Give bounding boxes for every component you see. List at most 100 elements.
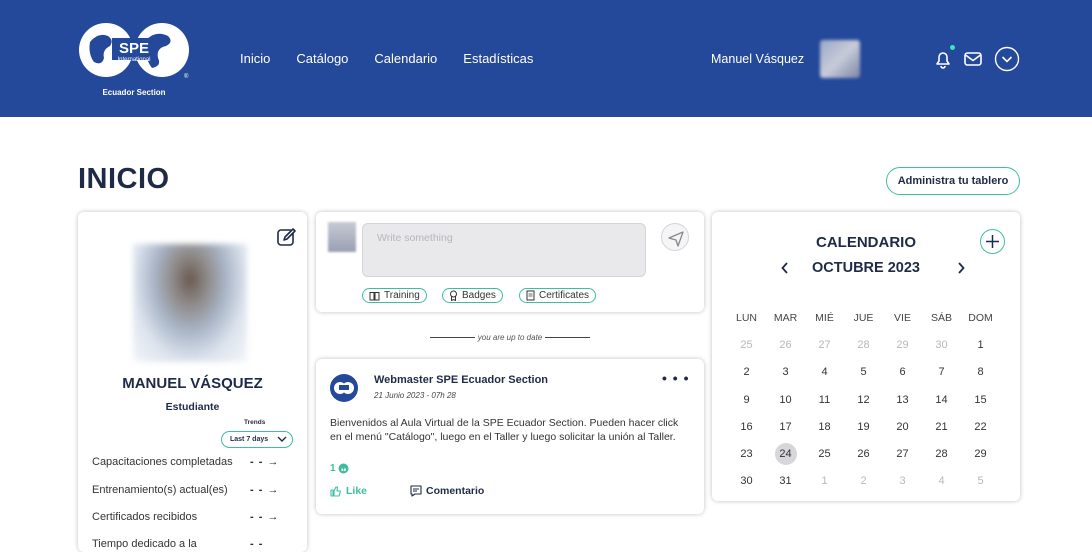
stat-value[interactable]: - - → bbox=[250, 484, 279, 496]
trends-select[interactable]: Last 7 days bbox=[221, 431, 293, 448]
nav-catalogo[interactable]: Catálogo bbox=[296, 51, 348, 66]
calendar-day[interactable]: 16 bbox=[727, 421, 766, 433]
nav-inicio[interactable]: Inicio bbox=[240, 51, 270, 66]
calendar-title: CALENDARIO bbox=[816, 234, 916, 251]
thumbs-up-icon bbox=[330, 486, 342, 497]
stat-value[interactable]: - - → bbox=[250, 511, 279, 523]
divider bbox=[429, 337, 475, 339]
bell-icon[interactable] bbox=[932, 48, 954, 70]
post-input[interactable]: Write something bbox=[362, 223, 646, 277]
stat-value[interactable]: - - → bbox=[250, 456, 279, 468]
top-header: SPE International Ecuador Section ® Inic… bbox=[0, 0, 1092, 117]
calendar-day[interactable]: 4 bbox=[922, 475, 961, 487]
calendar-grid: LUN MAR MIÉ JUE VIE SÁB DOM 25 26 27 28 … bbox=[727, 304, 1012, 495]
mail-icon[interactable] bbox=[962, 48, 984, 70]
send-button[interactable] bbox=[661, 223, 689, 251]
nav-calendario[interactable]: Calendario bbox=[374, 51, 437, 66]
spe-logo[interactable]: SPE International Ecuador Section ® bbox=[78, 20, 190, 100]
calendar-day[interactable]: 2 bbox=[844, 475, 883, 487]
notification-dot bbox=[950, 45, 955, 50]
weekday-label: MIÉ bbox=[815, 311, 834, 324]
calendar-week: 23 24 25 26 27 28 29 bbox=[727, 440, 1012, 467]
calendar-day[interactable]: 5 bbox=[844, 366, 883, 378]
calendar-day[interactable]: 18 bbox=[805, 421, 844, 433]
profile-role: Estudiante bbox=[165, 401, 220, 413]
calendar-day[interactable]: 2 bbox=[727, 366, 766, 378]
calendar-day[interactable]: 1 bbox=[961, 339, 1000, 351]
calendar-day[interactable]: 3 bbox=[766, 366, 805, 378]
calendar-day[interactable]: 15 bbox=[961, 394, 1000, 406]
chevron-down-icon bbox=[277, 436, 287, 442]
calendar-day[interactable]: 11 bbox=[805, 394, 844, 406]
calendar-day[interactable]: 6 bbox=[883, 366, 922, 378]
chip-badges[interactable]: Badges bbox=[442, 288, 503, 303]
calendar-day[interactable]: 4 bbox=[805, 366, 844, 378]
calendar-day[interactable]: 31 bbox=[766, 475, 805, 487]
calendar-day[interactable]: 17 bbox=[766, 421, 805, 433]
post-composer: Write something Training Badges Certific… bbox=[316, 212, 704, 312]
add-event-button[interactable] bbox=[980, 229, 1005, 254]
spe-logo-icon bbox=[334, 382, 354, 394]
calendar-day[interactable]: 23 bbox=[727, 448, 766, 460]
next-month-button[interactable] bbox=[956, 260, 966, 281]
calendar-day[interactable]: 29 bbox=[883, 339, 922, 351]
calendar-day[interactable]: 27 bbox=[883, 448, 922, 460]
calendar-day[interactable]: 12 bbox=[844, 394, 883, 406]
profile-card: MANUEL VÁSQUEZ Estudiante Trends Last 7 … bbox=[78, 212, 307, 552]
stat-label: Entrenamiento(s) actual(es) bbox=[92, 484, 228, 496]
calendar-day[interactable]: 13 bbox=[883, 394, 922, 406]
divider bbox=[545, 337, 591, 339]
edit-icon[interactable] bbox=[275, 226, 297, 248]
profile-name: MANUEL VÁSQUEZ bbox=[122, 375, 263, 392]
calendar-day[interactable]: 28 bbox=[922, 448, 961, 460]
calendar-day[interactable]: 27 bbox=[805, 339, 844, 351]
calendar-card: CALENDARIO OCTUBRE 2023 LUN MAR MIÉ JUE … bbox=[712, 212, 1020, 501]
calendar-day[interactable]: 25 bbox=[727, 339, 766, 351]
like-button[interactable]: Like bbox=[330, 485, 367, 497]
calendar-day[interactable]: 3 bbox=[883, 475, 922, 487]
calendar-day[interactable]: 7 bbox=[922, 366, 961, 378]
chevron-down-icon[interactable] bbox=[994, 46, 1020, 72]
calendar-day[interactable]: 30 bbox=[727, 475, 766, 487]
calendar-day[interactable]: 9 bbox=[727, 394, 766, 406]
svg-text:®: ® bbox=[184, 73, 189, 80]
chip-certificates[interactable]: Certificates bbox=[519, 288, 597, 303]
user-name[interactable]: Manuel Vásquez bbox=[711, 52, 804, 66]
calendar-day[interactable]: 29 bbox=[961, 448, 1000, 460]
calendar-day[interactable]: 25 bbox=[805, 448, 844, 460]
calendar-day[interactable]: 26 bbox=[766, 339, 805, 351]
like-reaction-icon bbox=[338, 463, 349, 474]
calendar-week: 30 31 1 2 3 4 5 bbox=[727, 468, 1012, 495]
calendar-day[interactable]: 26 bbox=[844, 448, 883, 460]
weekday-label: SÁB bbox=[930, 311, 952, 324]
nav-estadisticas[interactable]: Estadísticas bbox=[463, 51, 533, 66]
calendar-day[interactable]: 20 bbox=[883, 421, 922, 433]
manage-dashboard-button[interactable]: Administra tu tablero bbox=[886, 167, 1020, 195]
weekday-label: LUN bbox=[735, 311, 757, 324]
stat-value[interactable]: - - bbox=[250, 538, 263, 550]
weekday-label: VIE bbox=[894, 311, 911, 324]
comment-button[interactable]: Comentario bbox=[410, 485, 484, 497]
more-options-button[interactable]: • • • bbox=[662, 370, 689, 386]
calendar-day[interactable]: 30 bbox=[922, 339, 961, 351]
chip-training[interactable]: Training bbox=[362, 288, 427, 303]
profile-photo bbox=[133, 244, 247, 362]
calendar-day[interactable]: 8 bbox=[961, 366, 1000, 378]
calendar-day[interactable]: 10 bbox=[766, 394, 805, 406]
post-author[interactable]: Webmaster SPE Ecuador Section bbox=[374, 374, 548, 386]
calendar-week: 16 17 18 19 20 21 22 bbox=[727, 413, 1012, 440]
calendar-day[interactable]: 5 bbox=[961, 475, 1000, 487]
calendar-day[interactable]: 21 bbox=[922, 421, 961, 433]
calendar-day-today[interactable]: 24 bbox=[766, 443, 805, 466]
calendar-day[interactable]: 28 bbox=[844, 339, 883, 351]
calendar-day[interactable]: 1 bbox=[805, 475, 844, 487]
calendar-day[interactable]: 14 bbox=[922, 394, 961, 406]
prev-month-button[interactable] bbox=[780, 260, 790, 281]
author-avatar bbox=[330, 374, 358, 402]
chevron-left-icon bbox=[781, 262, 788, 274]
like-label: Like bbox=[346, 485, 368, 497]
calendar-day[interactable]: 19 bbox=[844, 421, 883, 433]
like-count[interactable]: 1 bbox=[330, 463, 349, 474]
user-avatar[interactable] bbox=[820, 40, 860, 78]
calendar-day[interactable]: 22 bbox=[961, 421, 1000, 433]
